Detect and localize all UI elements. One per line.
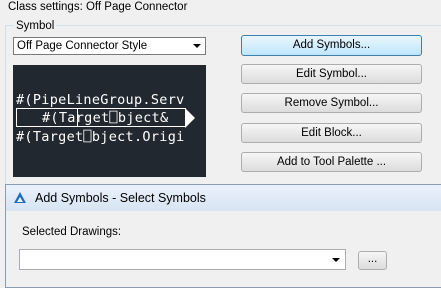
select-symbols-dialog: Add Symbols - Select Symbols Selected Dr… xyxy=(5,184,441,288)
edit-block-button[interactable]: Edit Block... xyxy=(241,123,422,143)
selected-drawings-label: Selected Drawings: xyxy=(22,226,122,238)
browse-button[interactable]: ... xyxy=(358,251,387,270)
add-to-tool-palette-button[interactable]: Add to Tool Palette ... xyxy=(241,152,422,172)
class-settings-label: Class settings: Off Page Connector xyxy=(8,1,188,13)
chevron-down-icon[interactable] xyxy=(193,44,201,48)
symbol-preview: #(PipeLineGroup.Serv #(Target⎕bject& #(T… xyxy=(13,65,206,177)
remove-symbol-button[interactable]: Remove Symbol... xyxy=(241,93,422,113)
preview-text-line: #(Target⎕bject& xyxy=(42,110,169,126)
edit-symbol-button[interactable]: Edit Symbol... xyxy=(241,64,422,84)
symbol-group-label: Symbol xyxy=(14,19,57,33)
symbol-style-dropdown[interactable]: Off Page Connector Style xyxy=(13,37,206,55)
symbol-style-value: Off Page Connector Style xyxy=(17,40,148,52)
dialog-title: Add Symbols - Select Symbols xyxy=(35,191,206,205)
autocad-a-icon-detail xyxy=(17,197,23,202)
preview-text-line: #(Target⎕bject.Origi xyxy=(16,129,185,145)
dialog-titlebar[interactable]: Add Symbols - Select Symbols xyxy=(6,185,441,211)
chevron-down-icon[interactable] xyxy=(332,258,340,262)
selected-drawings-dropdown[interactable] xyxy=(19,249,346,270)
preview-text-line: #(PipeLineGroup.Serv xyxy=(16,92,185,108)
add-symbols-button[interactable]: Add Symbols... xyxy=(241,35,422,56)
preview-connector-arrow xyxy=(185,108,195,128)
